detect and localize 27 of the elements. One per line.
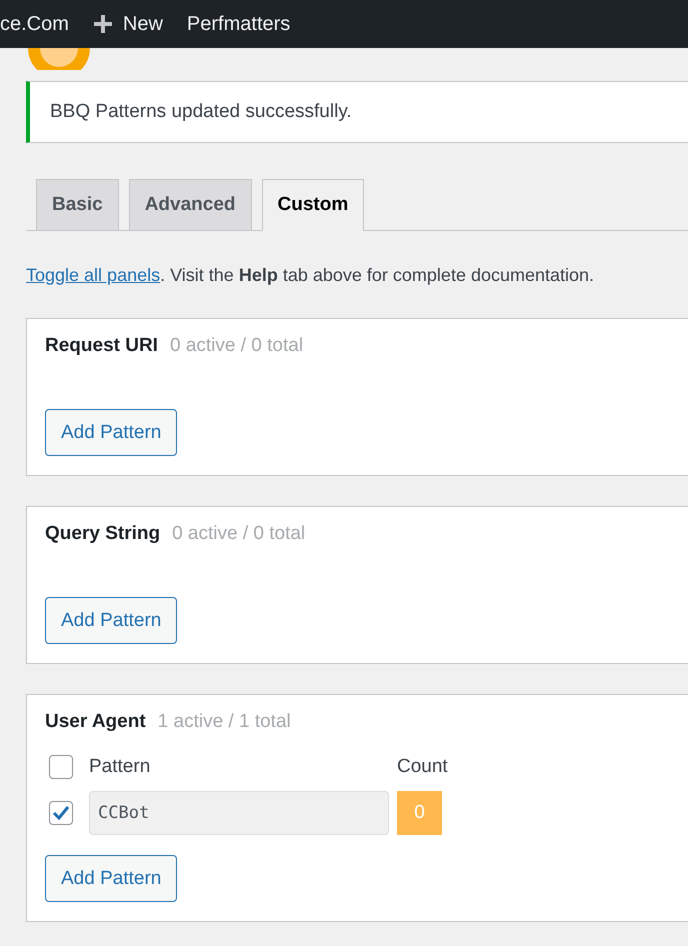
panel-title: Query String (45, 523, 160, 545)
panel-title: Request URI (45, 335, 158, 357)
count-badge: 0 (397, 791, 442, 835)
notice-message: BBQ Patterns updated successfully. (50, 101, 352, 123)
panel-summary: 0 active / 0 total (172, 523, 306, 545)
panel-title: User Agent (45, 711, 146, 733)
tab[interactable]: Basic (36, 179, 119, 231)
column-header: Count (397, 756, 449, 778)
add-pattern-button[interactable]: Add Pattern (45, 409, 178, 456)
column-header: Pattern (89, 756, 152, 778)
help-text: Toggle all panels. Visit the Help tab above for complete documentation. (26, 265, 596, 286)
checkbox[interactable] (49, 801, 73, 825)
tab[interactable]: Custom (262, 179, 364, 231)
admin-bar-link[interactable]: Perfmatters (186, 12, 290, 36)
admin-bar-link[interactable]: ce.Com (0, 12, 69, 36)
logo-icon (26, 48, 92, 70)
panel-summary: 0 active / 0 total (170, 335, 304, 357)
checkmark-icon (52, 805, 70, 821)
tab[interactable]: Advanced (128, 179, 252, 231)
add-pattern-button[interactable]: Add Pattern (45, 597, 178, 644)
toggle-panels-link[interactable]: Toggle all panels (26, 265, 160, 285)
pattern-field[interactable]: CCBot (89, 791, 389, 835)
plus-icon (92, 14, 113, 34)
checkbox[interactable] (49, 755, 73, 779)
new-link[interactable]: New (92, 12, 163, 36)
add-pattern-button[interactable]: Add Pattern (45, 855, 178, 902)
panel-summary: 1 active / 1 total (158, 711, 291, 733)
